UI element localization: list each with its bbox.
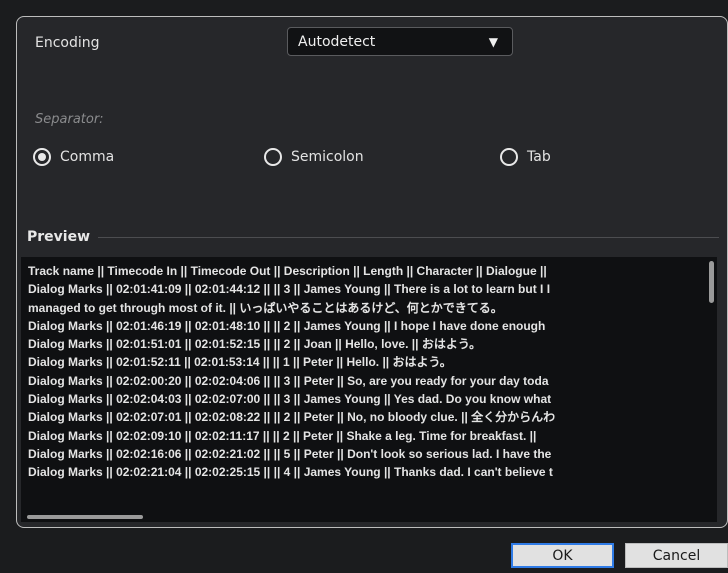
encoding-dropdown[interactable]: Autodetect ▼ [287,27,513,56]
cancel-button[interactable]: Cancel [625,543,728,568]
preview-lines: Track name || Timecode In || Timecode Ou… [28,262,702,482]
preview-line: Dialog Marks || 02:01:46:19 || 02:01:48:… [28,318,546,333]
preview-line: Dialog Marks || 02:01:41:09 || 02:01:44:… [28,282,551,297]
preview-line: Dialog Marks || 02:02:21:04 || 02:02:25:… [28,465,553,480]
ok-button[interactable]: OK [511,543,614,568]
radio-comma[interactable]: Comma [33,148,114,166]
preview-title: Preview [27,229,91,245]
preview-line: Dialog Marks || 02:02:16:06 || 02:02:21:… [28,446,552,461]
radio-tab[interactable]: Tab [500,148,551,166]
preview-line: Dialog Marks || 02:02:09:10 || 02:02:11:… [28,428,537,443]
horizontal-scrollbar[interactable] [27,515,143,519]
preview-line: Dialog Marks || 02:02:00:20 || 02:02:04:… [28,373,549,388]
radio-semicolon-label: Semicolon [291,149,364,165]
preview-line: Dialog Marks || 02:01:52:11 || 02:01:53:… [28,355,452,370]
radio-unselected-icon [500,148,518,166]
preview-line: Dialog Marks || 02:02:04:03 || 02:02:07:… [28,392,552,407]
encoding-label: Encoding [35,35,100,51]
import-settings-panel: Encoding Autodetect ▼ Separator: Comma S… [16,16,728,528]
radio-unselected-icon [264,148,282,166]
encoding-value: Autodetect [298,33,376,50]
preview-line: Dialog Marks || 02:01:51:01 || 02:01:52:… [28,337,482,352]
radio-tab-label: Tab [527,149,551,165]
preview-area[interactable]: Track name || Timecode In || Timecode Ou… [21,257,717,522]
radio-semicolon[interactable]: Semicolon [264,148,364,166]
preview-line: Dialog Marks || 02:02:07:01 || 02:02:08:… [28,410,556,425]
vertical-scrollbar[interactable] [709,261,714,303]
separator-label: Separator: [35,112,104,127]
preview-line: managed to get through most of it. || いっ… [28,300,503,315]
radio-comma-label: Comma [60,149,115,165]
preview-line: Track name || Timecode In || Timecode Ou… [28,264,547,278]
radio-selected-icon [33,148,51,166]
preview-divider [98,236,719,238]
preview-header: Preview [27,229,719,245]
dropdown-arrow-icon: ▼ [488,34,498,49]
